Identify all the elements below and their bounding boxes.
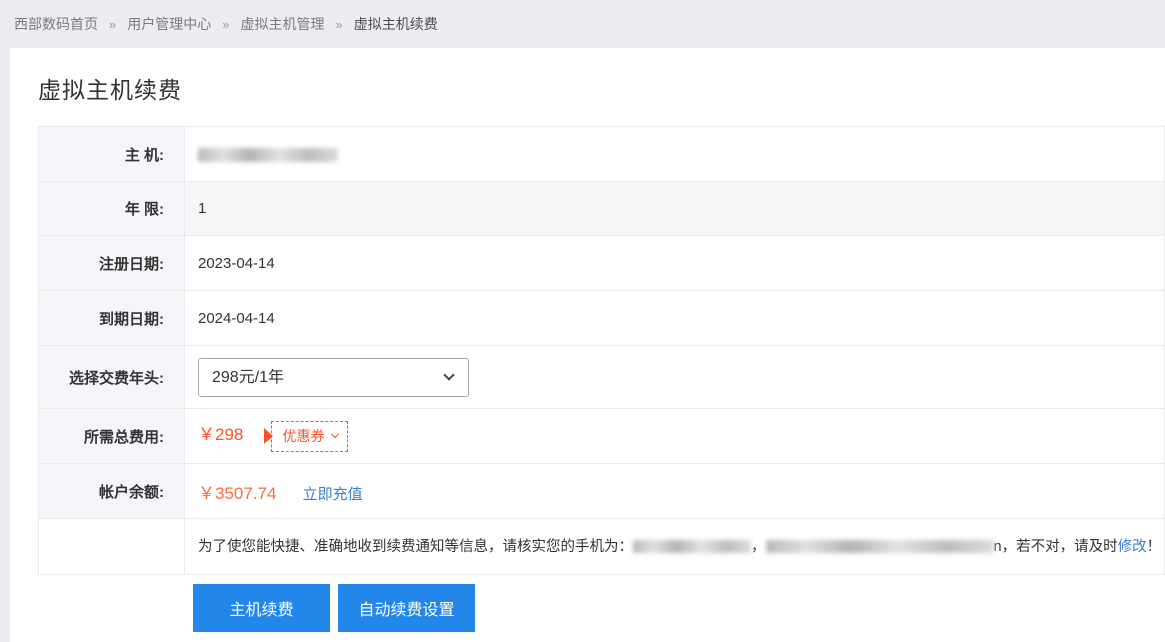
chevron-down-icon [330,430,338,438]
redacted-host-value [198,148,338,162]
host-label: 主 机: [39,127,185,182]
modify-link[interactable]: 修改 [1118,539,1147,555]
breadcrumb-separator-icon: » [109,17,116,32]
breadcrumb-host-renewal: 虚拟主机续费 [354,14,438,34]
total-value: ￥298 优惠券 [185,409,1165,464]
notice-end: ！ [1147,539,1162,555]
form-row-total: 所需总费用: ￥298 优惠券 [39,409,1165,464]
notice-cell: 为了使您能快捷、准确地收到续费通知等信息，请核实您的手机为： ， n，若不对，请及时… [185,519,1165,575]
content-panel: 虚拟主机续费 主 机: 年 限: 1 注册日期: 2023-04-14 到期日期… [10,48,1165,642]
notice-between: ， [751,539,766,555]
breadcrumb: 西部数码首页 » 用户管理中心 » 虚拟主机管理 » 虚拟主机续费 [0,0,1165,48]
form-row-reg-date: 注册日期: 2023-04-14 [39,236,1165,291]
page-title: 虚拟主机续费 [38,71,1165,105]
redacted-email [766,540,994,553]
reg-date-value: 2023-04-14 [185,236,1165,291]
host-value [185,127,1165,182]
form-row-balance: 帐户余额: ￥3507.74 立即充值 [39,464,1165,519]
balance-label: 帐户余额: [39,464,185,519]
recharge-link[interactable]: 立即充值 [303,486,363,503]
coupon-button[interactable]: 优惠券 [264,421,348,452]
breadcrumb-host-management[interactable]: 虚拟主机管理 [240,14,324,34]
form-row-term: 选择交费年头: 298元/1年 [39,346,1165,409]
form-row-exp-date: 到期日期: 2024-04-14 [39,291,1165,346]
balance-amount: ￥3507.74 [198,484,276,503]
breadcrumb-home[interactable]: 西部数码首页 [14,14,98,34]
breadcrumb-user-center[interactable]: 用户管理中心 [127,14,211,34]
breadcrumb-separator-icon: » [335,17,342,32]
exp-date-value: 2024-04-14 [185,291,1165,346]
years-value: 1 [185,182,1165,236]
term-select[interactable]: 298元/1年 [198,358,469,397]
term-label: 选择交费年头: [39,346,185,409]
coupon-box: 优惠券 [271,421,348,452]
exp-date-label: 到期日期: [39,291,185,346]
auto-renew-settings-button[interactable]: 自动续费设置 [338,584,475,632]
term-select-wrap: 298元/1年 [198,358,469,397]
years-label: 年 限: [39,182,185,236]
form-row-host: 主 机: [39,127,1165,182]
notice-after: ，若不对，请及时 [1002,539,1118,555]
coupon-label: 优惠券 [283,426,325,446]
balance-value: ￥3507.74 立即充值 [185,464,1165,519]
total-amount: ￥298 [198,425,243,444]
notice-email-tail: n [994,539,1002,555]
form-row-notice: 为了使您能快捷、准确地收到续费通知等信息，请核实您的手机为： ， n，若不对，请及时… [39,519,1165,575]
renewal-form-table: 主 机: 年 限: 1 注册日期: 2023-04-14 到期日期: 2024-… [38,126,1165,575]
breadcrumb-separator-icon: » [222,17,229,32]
coupon-arrow-icon [264,428,273,444]
renew-host-button[interactable]: 主机续费 [193,584,330,632]
total-label: 所需总费用: [39,409,185,464]
form-row-years: 年 限: 1 [39,182,1165,236]
notice-before-phone: 为了使您能快捷、准确地收到续费通知等信息，请核实您的手机为： [198,539,633,555]
redacted-phone [633,540,751,553]
action-buttons: 主机续费 自动续费设置 [193,584,1165,632]
notice-label-empty [39,519,185,575]
term-value: 298元/1年 [185,346,1165,409]
reg-date-label: 注册日期: [39,236,185,291]
notice-text: 为了使您能快捷、准确地收到续费通知等信息，请核实您的手机为： ， n，若不对，请及时… [198,539,1161,555]
